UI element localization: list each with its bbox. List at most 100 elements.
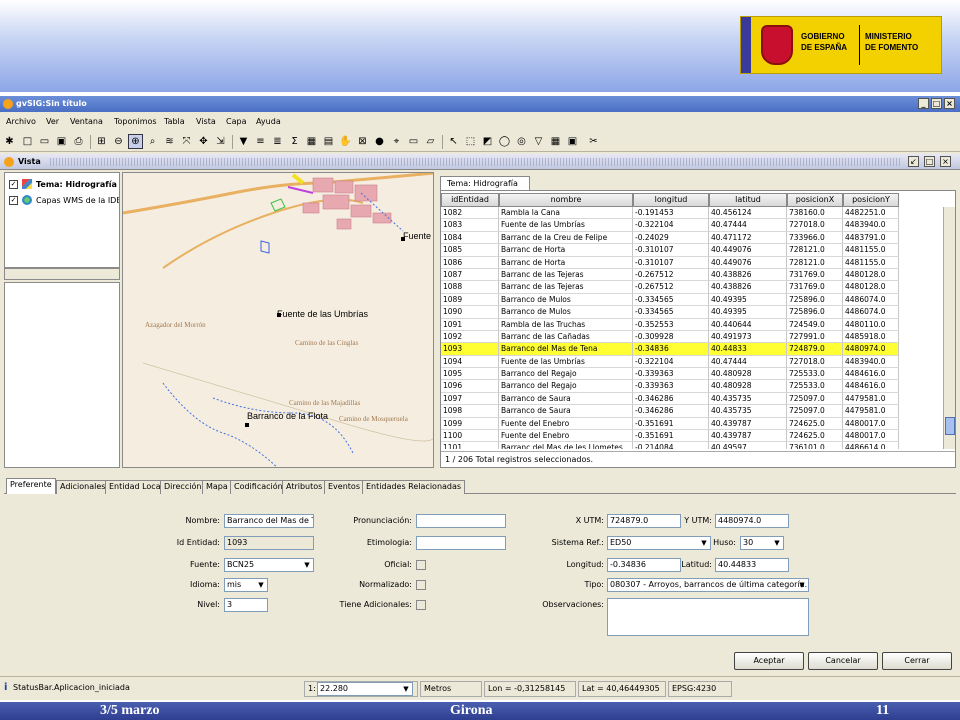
table-row[interactable]: 1099 Fuente del Enebro -0.351691 40.439787 7… xyxy=(441,417,941,431)
expand-icon[interactable]: ⇲ xyxy=(213,134,228,149)
layer-checkbox[interactable]: ✓ xyxy=(9,195,18,205)
etimologia-field[interactable] xyxy=(416,536,506,550)
fuente-select[interactable]: BCN25 ▼ xyxy=(224,558,314,572)
table-row[interactable]: 1084 Barranc de la Creu de Felipe -0.24029… xyxy=(441,231,941,245)
menu-ventana[interactable]: Ventana xyxy=(70,117,103,126)
close-window-button[interactable]: × xyxy=(944,98,955,109)
zoom-extent-icon[interactable]: ✥ xyxy=(196,134,211,149)
column-header-nombre[interactable]: nombre xyxy=(499,193,633,207)
table-row[interactable]: 1094 Fuente de las Umbrías -0.322104 40.474… xyxy=(441,355,941,369)
tools-icon[interactable]: ✂ xyxy=(586,134,601,149)
vista-close-button[interactable]: × xyxy=(940,156,951,167)
select-circle-icon[interactable]: ◯ xyxy=(497,134,512,149)
menu-capa[interactable]: Capa xyxy=(226,117,246,126)
table-row[interactable]: 1082 Rambla la Cana -0.191453 40.456124 7381… xyxy=(441,207,941,220)
tab-direccion[interactable]: Dirección xyxy=(160,480,206,494)
menu-tabla[interactable]: Tabla xyxy=(164,117,185,126)
toc-layer-wms[interactable]: ✓ Capas WMS de la IDEE xyxy=(9,193,119,207)
tab-entidades-relacionadas[interactable]: Entidades Relacionadas xyxy=(362,480,466,494)
tab-mapa[interactable]: Mapa xyxy=(202,480,232,494)
menu-ayuda[interactable]: Ayuda xyxy=(256,117,281,126)
column-header-posicionx[interactable]: posicionX xyxy=(787,193,843,207)
table-row[interactable]: 1096 Barranco del Regajo -0.339363 40.48092… xyxy=(441,380,941,393)
cancel-button[interactable]: Cancelar xyxy=(808,652,878,670)
new-file-icon[interactable]: □ xyxy=(20,134,35,149)
table-row[interactable]: 1091 Rambla de las Truchas -0.352553 40.440… xyxy=(441,318,941,331)
tab-atributos[interactable]: Atributos xyxy=(282,480,327,494)
area-icon[interactable]: ▱ xyxy=(423,134,438,149)
table-row[interactable]: 1088 Barranc de las Tejeras -0.267512 40.43… xyxy=(441,281,941,294)
menu-archivo[interactable]: Archivo xyxy=(6,117,36,126)
close-button[interactable]: Cerrar xyxy=(882,652,952,670)
align-right-icon[interactable]: ≣ xyxy=(270,134,285,149)
table-icon[interactable]: ▦ xyxy=(304,134,319,149)
table-row[interactable]: 1083 Fuente de las Umbrías -0.322104 40.474… xyxy=(441,219,941,232)
idioma-select[interactable]: mis ▼ xyxy=(224,578,268,592)
menu-vista[interactable]: Vista xyxy=(196,117,216,126)
zoom-select-icon[interactable]: ⌕ xyxy=(145,134,160,149)
column-header-identidad[interactable]: idEntidad xyxy=(441,193,499,207)
table-row[interactable]: 1089 Barranco de Mulos -0.334565 40.49395 72… xyxy=(441,293,941,307)
zoom-in-icon[interactable]: ⊕ xyxy=(128,134,143,149)
x-utm-field[interactable]: 724879.0 xyxy=(607,514,681,528)
nombre-field[interactable]: Barranco del Mas de Tena xyxy=(224,514,314,528)
save-icon[interactable]: ▣ xyxy=(54,134,69,149)
layers-icon[interactable]: ≋ xyxy=(162,134,177,149)
add-layer-icon[interactable]: ⊞ xyxy=(94,134,109,149)
export-icon[interactable]: ▣ xyxy=(565,134,580,149)
measure-icon[interactable]: ⊠ xyxy=(355,134,370,149)
table-row[interactable]: 1098 Barranco de Saura -0.346286 40.435735 7… xyxy=(441,405,941,418)
grid-icon[interactable]: ▤ xyxy=(321,134,336,149)
nivel-field[interactable]: 3 xyxy=(224,598,268,612)
align-left-icon[interactable]: ≡ xyxy=(253,134,268,149)
toc-horizontal-scrollbar[interactable] xyxy=(4,268,120,280)
locate-icon[interactable]: ⌖ xyxy=(389,134,404,149)
vista-restore-button[interactable]: ↙ xyxy=(908,156,919,167)
table-row[interactable]: 1101 Barranc del Mas de les Llometes -0.21… xyxy=(441,442,941,449)
table-row[interactable]: 1086 Barranc de Horta -0.310107 40.449076 72… xyxy=(441,256,941,269)
full-extent-icon[interactable]: ⤧ xyxy=(179,134,194,149)
adicionales-checkbox[interactable] xyxy=(416,600,426,610)
table-tab[interactable]: Tema: Hidrografía xyxy=(440,176,530,190)
table-row[interactable]: 1100 Fuente del Enebro -0.351691 40.439787 7… xyxy=(441,430,941,443)
map-view[interactable]: Fuente Fuente de las Umbrías Barranco de… xyxy=(122,172,434,468)
pronunciacion-field[interactable] xyxy=(416,514,506,528)
layer-checkbox[interactable]: ✓ xyxy=(9,179,18,189)
tab-preferente[interactable]: Preferente xyxy=(6,478,56,494)
table-row[interactable]: 1092 Barranc de las Cañadas -0.309928 40.49… xyxy=(441,330,941,344)
normalizado-checkbox[interactable] xyxy=(416,580,426,590)
tab-entidad-local[interactable]: Entidad Local xyxy=(105,480,167,494)
info-icon[interactable]: ● xyxy=(372,134,387,149)
y-utm-field[interactable]: 4480974.0 xyxy=(715,514,789,528)
filter-icon[interactable]: ▼ xyxy=(236,134,251,149)
menu-toponimos[interactable]: Toponimos xyxy=(114,117,157,126)
table-row[interactable]: 1090 Barranco de Mulos -0.334565 40.49395 72… xyxy=(441,306,941,319)
filter-select-icon[interactable]: ▽ xyxy=(531,134,546,149)
sistema-ref-select[interactable]: ED50 ▼ xyxy=(607,536,711,550)
column-header-longitud[interactable]: longitud xyxy=(633,193,709,207)
menu-ver[interactable]: Ver xyxy=(46,117,59,126)
column-header-posiciony[interactable]: posicionY xyxy=(843,193,899,207)
tab-eventos[interactable]: Eventos xyxy=(324,480,364,494)
open-folder-icon[interactable]: ▭ xyxy=(37,134,52,149)
longitud-field[interactable]: -0.34836 xyxy=(607,558,681,572)
table-row[interactable]: 1087 Barranc de las Tejeras -0.267512 40.43… xyxy=(441,268,941,282)
gvsig-tool-icon[interactable]: ✱ xyxy=(2,134,17,149)
table-vertical-scrollbar[interactable] xyxy=(943,207,955,449)
toc-layer-hidrografia[interactable]: ✓ Tema: Hidrografía xyxy=(9,177,119,191)
table-row[interactable]: 1095 Barranco del Regajo -0.339363 40.48092… xyxy=(441,368,941,381)
table-row[interactable]: 1097 Barranco de Saura -0.346286 40.435735 7… xyxy=(441,392,941,406)
select-pointer-icon[interactable]: ↖ xyxy=(446,134,461,149)
select-layer-icon[interactable]: ◎ xyxy=(514,134,529,149)
maximize-button[interactable]: □ xyxy=(931,98,942,109)
minimize-button[interactable]: _ xyxy=(918,98,929,109)
tab-adicionales[interactable]: Adicionales xyxy=(56,480,110,494)
column-header-latitud[interactable]: latitud xyxy=(709,193,787,207)
table-row[interactable]: 1085 Barranc de Horta -0.310107 40.449076 72… xyxy=(441,244,941,257)
tipo-select[interactable]: 080307 - Arroyos, barrancos de última ca… xyxy=(607,578,809,592)
pan-hand-icon[interactable]: ✋ xyxy=(338,134,353,149)
oficial-checkbox[interactable] xyxy=(416,560,426,570)
sum-icon[interactable]: Σ xyxy=(287,134,302,149)
print-icon[interactable]: ⎙ xyxy=(71,134,86,149)
scale-select[interactable]: 22.280 ▼ xyxy=(317,682,413,696)
